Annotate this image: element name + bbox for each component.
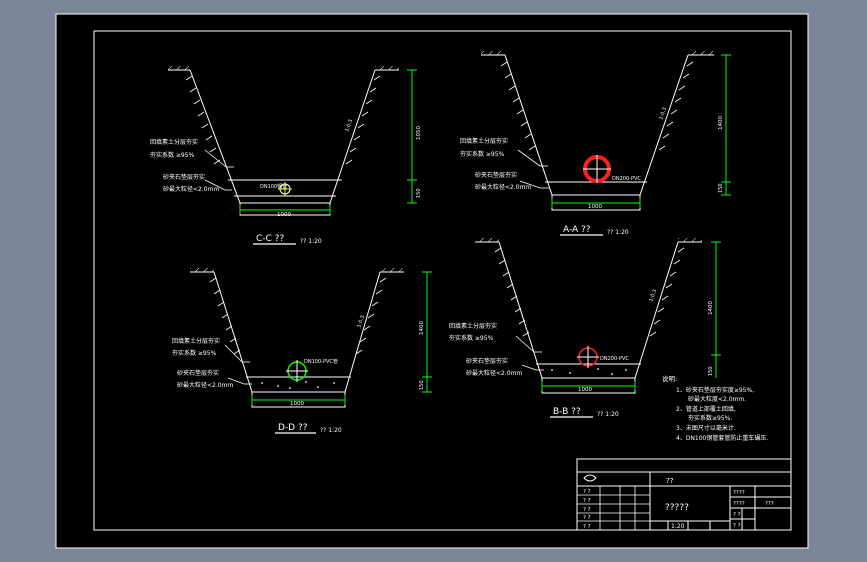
row-5: ? ? [583, 524, 591, 530]
dim-height-lower: 150 [419, 380, 425, 390]
dim-height-upper: 1050 [416, 126, 422, 140]
ground-hatch-right [688, 51, 714, 55]
label-backfill-2: 夯实系数 ≥95% [460, 150, 505, 158]
label-backfill-1: 回填素土分层夯实 [460, 137, 508, 145]
label-backfill-2: 夯实系数 ≥95% [449, 334, 494, 342]
code-top: ???? [733, 490, 745, 496]
section-title: A-A ?? [563, 225, 591, 235]
label-backfill-1: 回填素土分层夯实 [449, 322, 497, 330]
label-sand-2: 砂最大粒径<2.0mm [475, 183, 531, 191]
dim-width: 1000 [588, 204, 602, 210]
note-4: 4、DN100钢管套管防止重车碾压. [676, 434, 768, 442]
pipe-label: DN100钢管 [260, 183, 287, 190]
row-1: ? ? [583, 489, 591, 495]
notes-heading: 说明: [662, 374, 677, 383]
section-title: D-D ?? [278, 423, 308, 433]
ground-hatch-right [678, 238, 702, 242]
cad-drawing-viewport[interactable]: DN100钢管 1000 1050 150 1:0.3 回填素土分层夯实 夯实系… [0, 0, 867, 562]
dim-height-upper: 1400 [718, 116, 724, 130]
label-backfill-1: 回填素土分层夯实 [172, 337, 220, 345]
code-mid: ???? [733, 501, 745, 507]
dim-height-lower: 150 [708, 366, 714, 376]
note-1: 1、砂夹石垫层夯实度≥95%, [676, 386, 754, 394]
dim-height-upper: 1400 [708, 301, 714, 315]
label-sand-2: 砂最大粒径<2.0mm [177, 381, 233, 389]
dim-width: 1000 [578, 387, 592, 393]
label-sand-1: 砂夹石垫层夯实 [475, 171, 517, 179]
dim-height-upper: 1400 [419, 321, 425, 335]
title-block: ?? ????? 1:20 ???? ???? ??? ? ? ? ? ? ? … [576, 458, 792, 531]
section-scale: ?? 1:20 [597, 411, 619, 418]
sheet-a: ? ? [733, 512, 741, 518]
row-3: ? ? [583, 507, 591, 513]
dim-width: 1000 [277, 212, 291, 218]
title-block-label: ?? [666, 477, 674, 485]
ground-hatch-left [481, 51, 505, 55]
note-1b: 砂最大粒度<2.0mm. [688, 395, 746, 403]
label-sand-2: 砂最大粒径<2.0mm [163, 185, 219, 193]
label-backfill-2: 夯实系数 ≥95% [150, 151, 195, 159]
section-scale: ?? 1:20 [320, 427, 342, 434]
pipe-label: DN200-PVC [612, 176, 641, 182]
ground-hatch-left [475, 238, 499, 242]
note-2: 2、管道上部覆土回填, [676, 405, 736, 413]
label-sand-2: 砂最大粒径<2.0mm [466, 369, 522, 377]
ground-hatch-left [168, 66, 190, 70]
sheet-b: ? ? [733, 523, 741, 529]
dim-height-lower: 150 [718, 183, 724, 193]
section-title: C-C ?? [256, 234, 284, 244]
pipe-label: DN200-PVC [600, 356, 629, 362]
dim-width: 1000 [290, 401, 304, 407]
label-backfill-2: 夯实系数 ≥95% [172, 349, 217, 357]
label-sand-1: 砂夹石垫层夯实 [163, 173, 205, 181]
section-title: B-B ?? [553, 407, 581, 417]
ground-hatch-right [380, 268, 404, 272]
drawing-name: ????? [665, 503, 689, 513]
label-sand-1: 砂夹石垫层夯实 [466, 357, 508, 365]
label-backfill-1: 回填素土分层夯实 [150, 138, 198, 146]
row-4: ? ? [583, 515, 591, 521]
section-scale: ?? 1:20 [300, 238, 322, 245]
note-3: 3、未图尺寸以毫米计. [676, 424, 736, 432]
ground-hatch-right [375, 66, 399, 70]
ground-hatch-left [190, 268, 214, 272]
note-2b: 夯实系数≥95%. [688, 414, 732, 422]
dim-height-lower: 150 [416, 188, 422, 198]
scale-value: 1:20 [671, 523, 685, 530]
code-right: ??? [765, 501, 774, 507]
section-scale: ?? 1:20 [607, 229, 629, 236]
label-sand-1: 砂夹石垫层夯实 [177, 369, 219, 377]
row-2: ? ? [583, 498, 591, 504]
pipe-label: DN100-PVC管 [304, 358, 338, 365]
